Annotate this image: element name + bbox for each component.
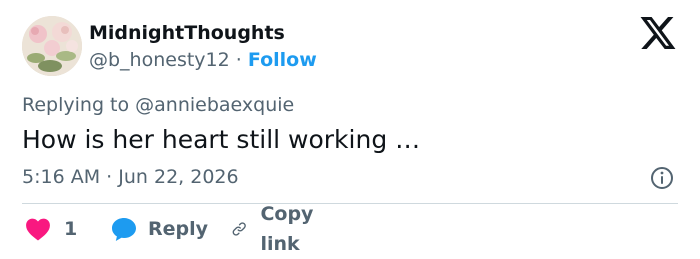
reply-icon <box>112 218 136 241</box>
copy-link-button[interactable]: Copy link <box>231 203 323 255</box>
heart-icon <box>26 218 50 241</box>
author-handle-row: @b_honesty12 · Follow <box>89 47 317 73</box>
x-logo-icon[interactable] <box>640 17 676 49</box>
like-count: 1 <box>64 218 78 240</box>
copy-link-label: Copy link <box>260 203 314 255</box>
info-icon[interactable] <box>650 166 674 190</box>
like-button[interactable]: 1 <box>25 214 77 244</box>
tweet-time[interactable]: 5:16 AM <box>22 166 100 188</box>
avatar[interactable] <box>22 16 82 76</box>
tweet-date[interactable]: Jun 22, 2026 <box>118 166 238 188</box>
link-icon <box>232 222 246 236</box>
replying-to: Replying to @anniebaexquie <box>22 94 295 116</box>
author-handle[interactable]: @b_honesty12 <box>89 49 230 71</box>
divider <box>22 203 678 204</box>
tweet-text: How is her heart still working … <box>22 125 421 154</box>
handle-separator: · <box>235 49 242 71</box>
meta-separator: · <box>106 166 113 188</box>
reply-label: Reply <box>148 218 209 240</box>
reply-button[interactable]: Reply <box>110 214 208 244</box>
author-name[interactable]: MidnightThoughts <box>89 20 285 46</box>
avatar-image <box>22 16 82 76</box>
follow-button[interactable]: Follow <box>248 49 317 71</box>
tweet-meta: 5:16 AM · Jun 22, 2026 <box>22 164 239 190</box>
